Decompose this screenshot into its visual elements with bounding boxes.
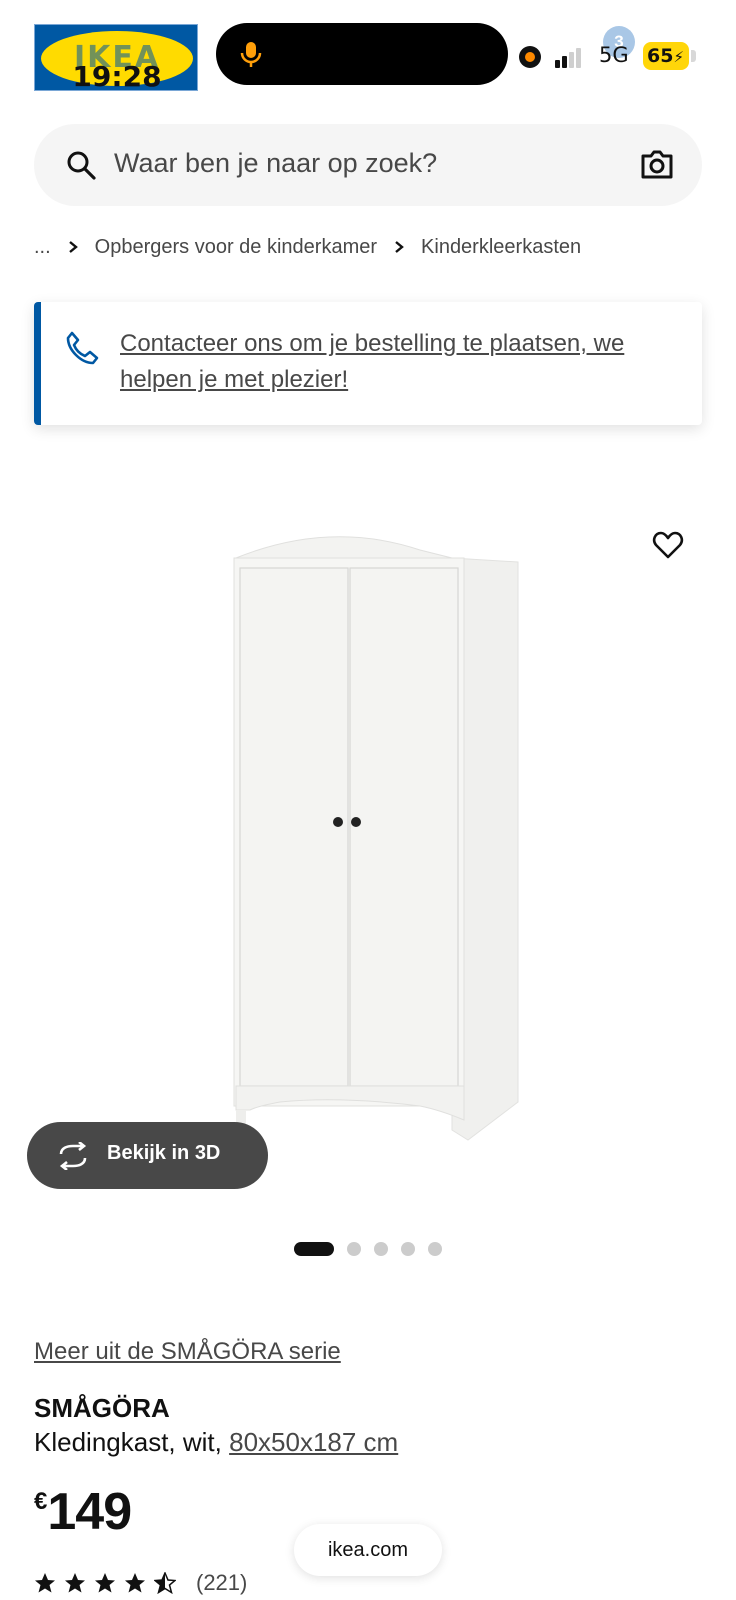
product-price: €149 bbox=[34, 1482, 132, 1542]
product-description: Kledingkast, wit, 80x50x187 cm bbox=[34, 1427, 398, 1458]
breadcrumb: ... Opbergers voor de kinderkamer Kinder… bbox=[34, 232, 581, 262]
dynamic-island bbox=[216, 23, 508, 85]
status-indicators: 3 5G 65⚡ bbox=[515, 26, 715, 80]
star-icon bbox=[95, 1573, 115, 1593]
product-name: SMÅGÖRA bbox=[34, 1393, 170, 1423]
carousel-indicator bbox=[294, 1242, 455, 1256]
product-type: Kledingkast, wit, bbox=[34, 1427, 222, 1457]
battery-tip bbox=[691, 50, 696, 62]
star-icon bbox=[125, 1573, 145, 1593]
price-value: 149 bbox=[47, 1483, 132, 1541]
network-type: 5G bbox=[599, 43, 629, 67]
search-icon[interactable] bbox=[66, 150, 96, 180]
breadcrumb-ellipsis[interactable]: ... bbox=[34, 236, 51, 259]
status-bar: IKEA 19:28 3 5G 65⚡ bbox=[0, 0, 736, 100]
chevron-right-icon bbox=[395, 241, 404, 253]
ikea-logo[interactable]: IKEA 19:28 bbox=[34, 24, 198, 91]
price-currency: € bbox=[34, 1488, 48, 1515]
product-image[interactable] bbox=[0, 470, 736, 1190]
carousel-dot[interactable] bbox=[374, 1242, 388, 1256]
carousel-dot[interactable] bbox=[347, 1242, 361, 1256]
location-indicator-icon bbox=[519, 46, 541, 68]
battery-level: 65⚡ bbox=[643, 42, 689, 70]
breadcrumb-item-kids-wardrobes[interactable]: Kinderkleerkasten bbox=[421, 236, 581, 259]
search-input[interactable]: Waar ben je naar op zoek? bbox=[114, 148, 437, 179]
review-count: (221) bbox=[196, 1570, 248, 1595]
breadcrumb-item-kids-storage[interactable]: Opbergers voor de kinderkamer bbox=[95, 236, 377, 259]
microphone-icon bbox=[240, 42, 262, 67]
view-in-3d-button[interactable]: Bekijk in 3D bbox=[27, 1122, 268, 1189]
product-size-link[interactable]: 80x50x187 cm bbox=[229, 1427, 398, 1457]
phone-icon bbox=[66, 331, 99, 365]
view-in-3d-label: Bekijk in 3D bbox=[107, 1142, 221, 1164]
carousel-dot[interactable] bbox=[401, 1242, 415, 1256]
charging-icon: ⚡ bbox=[673, 48, 684, 66]
signal-strength-icon bbox=[555, 48, 581, 68]
contact-link[interactable]: Contacteer ons om je bestelling te plaat… bbox=[120, 326, 680, 398]
star-icon bbox=[35, 1573, 55, 1593]
series-link[interactable]: Meer uit de SMÅGÖRA serie bbox=[34, 1338, 341, 1366]
banner-accent-bar bbox=[34, 302, 41, 425]
camera-icon[interactable] bbox=[640, 148, 674, 180]
half-star-icon bbox=[154, 1572, 176, 1594]
contact-banner: Contacteer ons om je bestelling te plaat… bbox=[34, 302, 702, 425]
browser-url-pill[interactable]: ikea.com bbox=[294, 1524, 442, 1576]
chevron-right-icon bbox=[68, 241, 78, 253]
heart-icon[interactable] bbox=[652, 530, 684, 560]
product-rating[interactable]: (221) bbox=[34, 1568, 247, 1598]
battery-percent: 65 bbox=[647, 45, 674, 67]
search-bar[interactable]: Waar ben je naar op zoek? bbox=[34, 124, 702, 206]
status-time: 19:28 bbox=[72, 60, 162, 91]
carousel-dot-active[interactable] bbox=[294, 1242, 334, 1256]
star-icon bbox=[65, 1573, 85, 1593]
carousel-dot[interactable] bbox=[428, 1242, 442, 1256]
rotate-3d-icon bbox=[59, 1142, 87, 1170]
